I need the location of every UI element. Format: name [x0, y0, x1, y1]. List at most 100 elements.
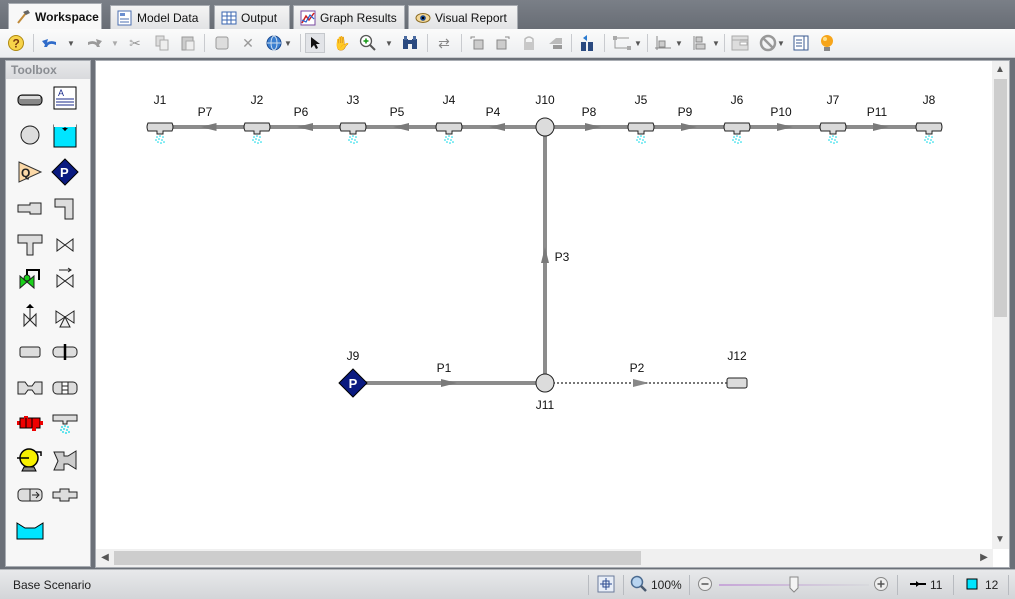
zoom-slider[interactable] — [719, 576, 869, 593]
scenario-name[interactable]: Base Scenario — [13, 578, 91, 592]
horizontal-scroll-thumb[interactable] — [114, 551, 641, 565]
pipe-route-icon[interactable] — [612, 33, 632, 53]
tool-tee[interactable] — [15, 231, 45, 259]
lightbulb-icon[interactable] — [817, 33, 837, 53]
tool-dead-end[interactable] — [15, 338, 45, 366]
tab-workspace[interactable]: Workspace — [8, 3, 102, 29]
pipe-p7[interactable]: P7 — [160, 105, 257, 131]
tool-check-valve[interactable] — [50, 264, 80, 292]
pipe-p10[interactable]: P10 — [737, 105, 833, 131]
junction-j12[interactable]: J12 — [726, 349, 748, 389]
fit-to-window-icon[interactable] — [597, 575, 615, 596]
tool-annotation[interactable]: A — [50, 84, 80, 112]
tool-branch[interactable] — [15, 121, 45, 149]
distribute-dropdown-icon[interactable]: ▼ — [712, 33, 720, 53]
bring-front-icon[interactable] — [493, 33, 513, 53]
pipe-p1[interactable]: P1 — [353, 361, 545, 387]
tool-relief-valve[interactable] — [15, 301, 45, 329]
no-symbol-dropdown-icon[interactable]: ▼ — [777, 33, 785, 53]
pipe-p11[interactable]: P11 — [833, 105, 929, 131]
pipe-p9[interactable]: P9 — [641, 105, 737, 131]
paste-icon[interactable] — [178, 33, 198, 53]
tool-spray-discharge[interactable] — [50, 410, 80, 438]
tab-visual-report[interactable]: Visual Report — [408, 5, 518, 29]
junction-j2[interactable]: J2 — [243, 93, 271, 144]
pipe-p2[interactable]: P2 — [545, 361, 737, 387]
group-icon[interactable] — [545, 33, 565, 53]
align-icon[interactable] — [653, 33, 673, 53]
tool-assigned-pressure[interactable]: P — [50, 158, 80, 186]
no-symbol-icon[interactable] — [758, 33, 778, 53]
junction-j11[interactable]: J11 — [535, 373, 555, 412]
scroll-left-icon[interactable]: ◀ — [97, 550, 113, 566]
copy-icon[interactable] — [152, 33, 172, 53]
zoom-in-icon[interactable] — [873, 576, 889, 595]
table-icon[interactable] — [730, 33, 750, 53]
tool-screen[interactable] — [50, 374, 80, 402]
tab-graph-results[interactable]: Graph Results — [293, 5, 405, 29]
junction-j9[interactable]: P J9 — [338, 349, 368, 398]
delete-icon[interactable]: ✕ — [238, 33, 258, 53]
tool-area-change[interactable] — [15, 195, 45, 223]
help-icon[interactable]: ? — [6, 33, 26, 53]
tool-control-valve[interactable] — [15, 264, 45, 292]
find-connected-icon[interactable] — [577, 33, 597, 53]
tool-spray[interactable] — [50, 481, 80, 509]
tool-orifice[interactable] — [50, 338, 80, 366]
pipe-route-dropdown-icon[interactable]: ▼ — [634, 33, 642, 53]
tool-valve[interactable] — [50, 231, 80, 259]
pipe-p4[interactable]: P4 — [449, 105, 545, 131]
vertical-scroll-thumb[interactable] — [994, 79, 1007, 317]
tab-output[interactable]: Output — [214, 5, 290, 29]
tool-assigned-flow[interactable]: Q — [15, 158, 45, 186]
tool-pump[interactable] — [15, 446, 45, 474]
scroll-down-icon[interactable]: ▼ — [992, 532, 1008, 548]
tool-reservoir[interactable] — [50, 121, 80, 149]
align-dropdown-icon[interactable]: ▼ — [675, 33, 683, 53]
distribute-icon[interactable] — [690, 33, 710, 53]
junction-j10[interactable]: J10 — [535, 93, 555, 137]
pipe-p6[interactable]: P6 — [257, 105, 353, 131]
tool-heat-exchanger[interactable] — [15, 410, 45, 438]
tool-open-tank[interactable] — [15, 517, 45, 545]
globe-dropdown-icon[interactable]: ▼ — [284, 33, 292, 53]
globe-icon[interactable] — [264, 33, 284, 53]
tool-volume-balance[interactable] — [15, 481, 45, 509]
swap-icon[interactable]: ⇄ — [434, 33, 454, 53]
scroll-right-icon[interactable]: ▶ — [976, 550, 992, 566]
junction-j7[interactable]: J7 — [819, 93, 847, 144]
pan-hand-icon[interactable]: ✋ — [332, 33, 352, 53]
network-diagram[interactable]: P1 P2 P3 P4 P5 P6 P7 P8 P9 P10 P11 J1 J2 J3 J4 J10 J5 J6 J… — [96, 61, 993, 549]
horizontal-scrollbar[interactable]: ◀ ▶ — [96, 549, 993, 567]
tool-three-way-valve[interactable] — [50, 304, 80, 332]
zoom-dropdown-icon[interactable]: ▼ — [385, 33, 393, 53]
vertical-scrollbar[interactable]: ▲ ▼ — [992, 61, 1009, 549]
junction-j6[interactable]: J6 — [723, 93, 751, 144]
junction-j4[interactable]: J4 — [435, 93, 463, 144]
junction-j1[interactable]: J1 — [146, 93, 174, 144]
undo-icon[interactable] — [40, 33, 60, 53]
find-binoculars-icon[interactable] — [400, 33, 420, 53]
junction-j3[interactable]: J3 — [339, 93, 367, 144]
pipe-p3[interactable]: P3 — [541, 127, 570, 383]
zoom-in-icon[interactable] — [358, 33, 378, 53]
junction-j5[interactable]: J5 — [627, 93, 655, 144]
send-back-icon[interactable] — [467, 33, 487, 53]
zoom-out-icon[interactable] — [697, 576, 713, 595]
scroll-up-icon[interactable]: ▲ — [992, 62, 1008, 78]
arrow-select-icon[interactable] — [305, 33, 325, 53]
tab-model-data[interactable]: Model Data — [110, 5, 210, 29]
redo-dropdown-icon[interactable]: ▼ — [111, 33, 119, 53]
pipe-p8[interactable]: P8 — [545, 105, 641, 131]
cut-icon[interactable]: ✂ — [125, 33, 145, 53]
redo-icon[interactable] — [84, 33, 104, 53]
select-all-icon[interactable] — [212, 33, 232, 53]
tool-pipe[interactable] — [15, 86, 45, 114]
properties-icon[interactable] — [791, 33, 811, 53]
tool-bend[interactable] — [50, 195, 80, 223]
network-canvas[interactable]: P1 P2 P3 P4 P5 P6 P7 P8 P9 P10 P11 J1 J2 J3 J4 J10 J5 J6 J… — [96, 61, 993, 549]
lock-icon[interactable] — [519, 33, 539, 53]
zoom-slider-thumb[interactable] — [789, 576, 799, 593]
undo-dropdown-icon[interactable]: ▼ — [67, 33, 75, 53]
tool-general-component[interactable] — [50, 446, 80, 474]
